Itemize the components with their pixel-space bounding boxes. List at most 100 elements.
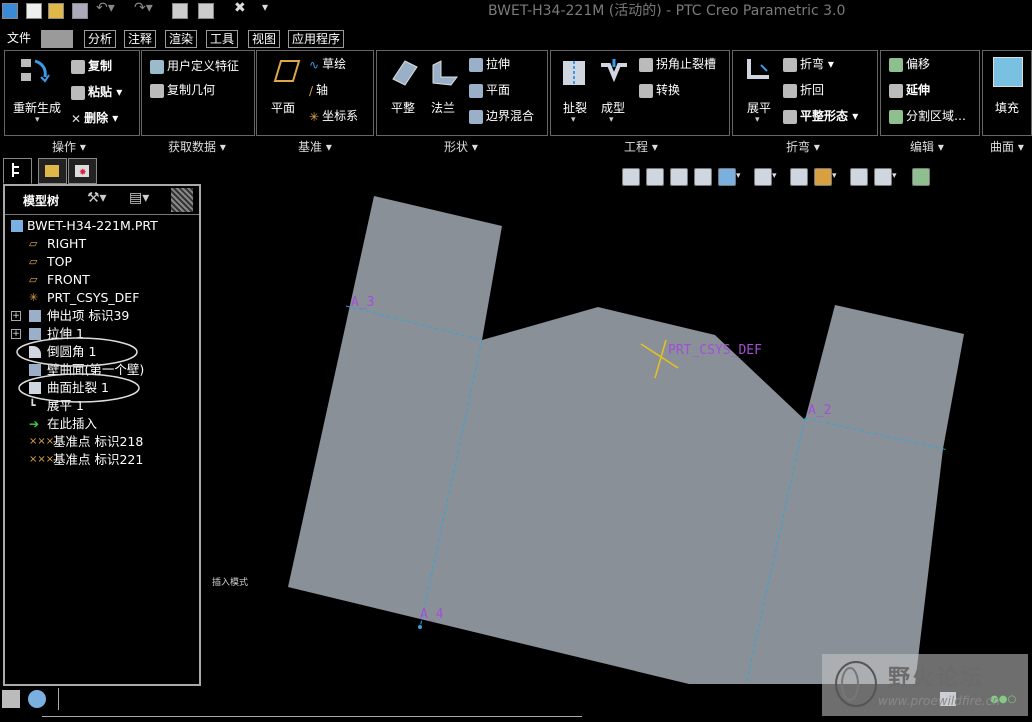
flatten-form-button[interactable]: 平整形态 ▾ xyxy=(783,107,858,124)
bend-back-button[interactable]: 折回 xyxy=(783,81,824,98)
unbend-icon[interactable] xyxy=(743,57,773,90)
group-label-operations[interactable]: 操作 ▾ xyxy=(52,138,86,155)
repaint-icon[interactable] xyxy=(694,168,712,186)
tab-applications[interactable]: 应用程序 xyxy=(288,30,345,48)
udf-label: 用户定义特征 xyxy=(167,59,240,73)
tab-render[interactable]: 渲染 xyxy=(165,30,198,48)
windows-icon[interactable] xyxy=(198,3,214,19)
group-operations: 重新生成 ▾ 复制 粘贴 ▾ ✕ 删除 ▾ xyxy=(4,50,140,136)
group-label-shapes[interactable]: 形状 ▾ xyxy=(444,138,478,155)
regenerate-icon[interactable] xyxy=(172,3,188,19)
form-button[interactable]: 成型 xyxy=(601,99,625,116)
tab-folder-browser[interactable] xyxy=(38,158,67,184)
group-label-get-data[interactable]: 获取数据 ▾ xyxy=(168,138,226,155)
csys-button[interactable]: ✳ 坐标系 xyxy=(309,107,358,124)
close-icon[interactable]: ✖ xyxy=(234,0,246,16)
copy-button[interactable]: 复制 xyxy=(71,57,112,74)
datum-point-a4 xyxy=(418,625,422,629)
extend-button[interactable]: 延伸 xyxy=(889,81,930,98)
convert-button[interactable]: 转换 xyxy=(639,81,680,98)
flat-icon xyxy=(469,83,483,98)
app-icon[interactable] xyxy=(2,3,18,19)
rip-button[interactable]: 扯裂 xyxy=(563,99,587,116)
zoom-out-icon[interactable] xyxy=(670,168,688,186)
undo-icon[interactable]: ↶▾ xyxy=(96,0,115,16)
saved-views-icon[interactable] xyxy=(754,168,772,186)
datum-display-dropdown-icon[interactable]: ▾ xyxy=(832,168,840,184)
rip-dropdown-icon[interactable]: ▾ xyxy=(571,115,576,125)
plane-icon[interactable] xyxy=(267,57,301,88)
datum-display-icon[interactable] xyxy=(814,168,832,186)
delete-button[interactable]: ✕ 删除 ▾ xyxy=(71,109,118,126)
flat-pattern-part[interactable] xyxy=(288,196,964,684)
axis-button[interactable]: ∕ 轴 xyxy=(309,81,328,98)
tab-annotate[interactable]: 注释 xyxy=(124,30,157,48)
new-icon[interactable] xyxy=(26,3,42,19)
customize-quick-access-icon[interactable]: ▾ xyxy=(262,0,268,14)
flange-button[interactable]: 法兰 xyxy=(431,99,455,116)
tab-file[interactable]: 文件 xyxy=(4,30,34,46)
fill-button[interactable]: 填充 xyxy=(995,99,1019,116)
group-label-surfaces[interactable]: 曲面 ▾ xyxy=(990,138,1024,155)
rip-icon[interactable] xyxy=(559,57,589,90)
browser-icon[interactable] xyxy=(28,690,46,708)
unbend-dropdown-icon[interactable]: ▾ xyxy=(755,115,760,125)
planar-icon[interactable] xyxy=(389,57,419,90)
form-dropdown-icon[interactable]: ▾ xyxy=(609,115,614,125)
convert-icon xyxy=(639,83,653,98)
perspective-icon[interactable] xyxy=(912,168,930,186)
csys-label: 坐标系 xyxy=(322,109,359,123)
shapes-label: 形状 xyxy=(444,140,469,154)
group-label-engineering[interactable]: 工程 ▾ xyxy=(624,138,658,155)
extrude-button[interactable]: 拉伸 xyxy=(469,55,510,72)
tab-analysis[interactable]: 分析 xyxy=(84,30,117,48)
spin-center-icon[interactable] xyxy=(850,168,868,186)
datum-label-a4: A_4 xyxy=(420,607,444,622)
tab-view[interactable]: 视图 xyxy=(248,30,281,48)
form-icon[interactable] xyxy=(599,57,629,90)
regenerate-button[interactable]: 重新生成 xyxy=(13,99,61,116)
offset-button[interactable]: 偏移 xyxy=(889,55,930,72)
favorites-icon: ✸ xyxy=(75,165,89,178)
tab-favorites[interactable]: ✸ xyxy=(68,158,97,184)
group-get-data: 用户定义特征 复制几何 xyxy=(141,50,255,136)
regenerate-dropdown-icon[interactable]: ▾ xyxy=(35,115,40,125)
show-navigator-icon[interactable] xyxy=(2,690,20,708)
group-label-datum[interactable]: 基准 ▾ xyxy=(298,138,332,155)
udf-button[interactable]: 用户定义特征 xyxy=(150,57,239,74)
zoom-in-icon[interactable] xyxy=(646,168,664,186)
flatten-form-icon xyxy=(783,109,797,124)
fill-icon[interactable] xyxy=(993,57,1023,87)
group-label-bends[interactable]: 折弯 ▾ xyxy=(786,138,820,155)
unbend-button[interactable]: 展平 xyxy=(747,99,771,116)
flat-button[interactable]: 平面 xyxy=(469,81,510,98)
tab-model[interactable]: 模型 xyxy=(41,30,74,48)
bend-button[interactable]: 折弯 ▾ xyxy=(783,55,834,72)
graphics-area[interactable] xyxy=(200,186,1032,686)
open-icon[interactable] xyxy=(48,3,64,19)
flange-icon[interactable] xyxy=(429,57,459,90)
planar-button[interactable]: 平整 xyxy=(391,99,415,116)
regenerate-icon[interactable] xyxy=(19,55,53,90)
tab-tools[interactable]: 工具 xyxy=(206,30,239,48)
display-style-dropdown-icon[interactable]: ▾ xyxy=(736,168,744,184)
annotation-display-icon[interactable] xyxy=(874,168,892,186)
tab-model-tree[interactable] xyxy=(3,158,32,184)
copy-geometry-button[interactable]: 复制几何 xyxy=(150,81,215,98)
saved-views-dropdown-icon[interactable]: ▾ xyxy=(772,168,780,184)
boundary-blend-button[interactable]: 边界混合 xyxy=(469,107,534,124)
annotation-display-dropdown-icon[interactable]: ▾ xyxy=(892,168,900,184)
refit-icon[interactable] xyxy=(622,168,640,186)
insert-mode-indicator: 插入模式 xyxy=(212,578,249,588)
display-style-icon[interactable] xyxy=(718,168,736,186)
view-manager-icon[interactable] xyxy=(790,168,808,186)
sketch-button[interactable]: ∿ 草绘 xyxy=(309,55,346,72)
plane-button[interactable]: 平面 xyxy=(271,99,295,116)
split-area-button[interactable]: 分割区域… xyxy=(889,107,966,124)
group-label-editing[interactable]: 编辑 ▾ xyxy=(910,138,944,155)
group-shapes: 平整 法兰 拉伸 平面 边界混合 xyxy=(376,50,548,136)
paste-button[interactable]: 粘贴 ▾ xyxy=(71,83,122,100)
redo-icon[interactable]: ↷▾ xyxy=(134,0,153,16)
corner-relief-button[interactable]: 拐角止裂槽 xyxy=(639,55,716,72)
save-icon[interactable] xyxy=(72,3,88,19)
